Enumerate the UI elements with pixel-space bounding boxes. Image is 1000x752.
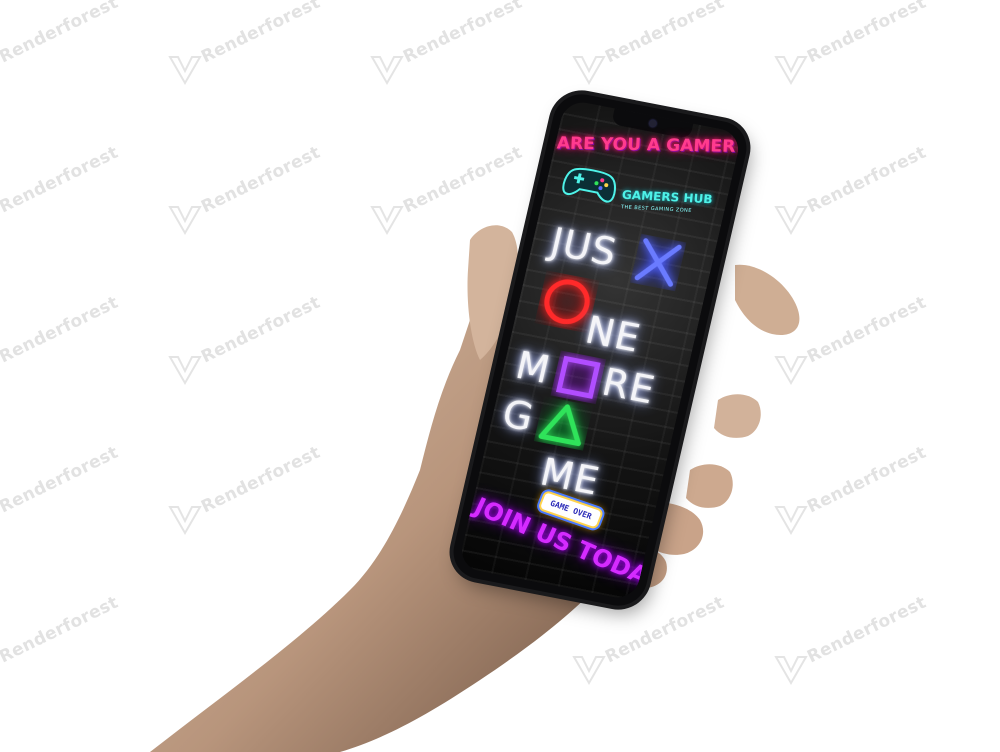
cross-symbol-icon: [634, 238, 682, 287]
neon-word-m: M: [511, 342, 555, 393]
neon-word-re: RE: [598, 359, 660, 413]
mockup-stage: Renderforest Renderforest Renderforest R…: [0, 0, 1000, 752]
phone-screen: ARE YOU A GAMER? GAMERS HUB THE BEST GAM…: [457, 98, 743, 602]
gamepad-icon: [562, 167, 616, 203]
neon-word-jus: JUS: [546, 219, 622, 275]
neon-word-g: G: [498, 391, 539, 440]
neon-word-ne: NE: [581, 307, 645, 361]
brand-tagline: THE BEST GAMING ZONE: [620, 204, 693, 215]
square-symbol-icon: [555, 355, 601, 399]
phone-mockup: ARE YOU A GAMER? GAMERS HUB THE BEST GAM…: [440, 89, 760, 611]
poster-headline: ARE YOU A GAMER?: [556, 133, 743, 158]
phone-body: ARE YOU A GAMER? GAMERS HUB THE BEST GAM…: [447, 89, 753, 611]
camera-icon: [648, 119, 658, 128]
triangle-symbol-icon: [538, 404, 581, 447]
brand-name: GAMERS HUB: [621, 187, 714, 207]
